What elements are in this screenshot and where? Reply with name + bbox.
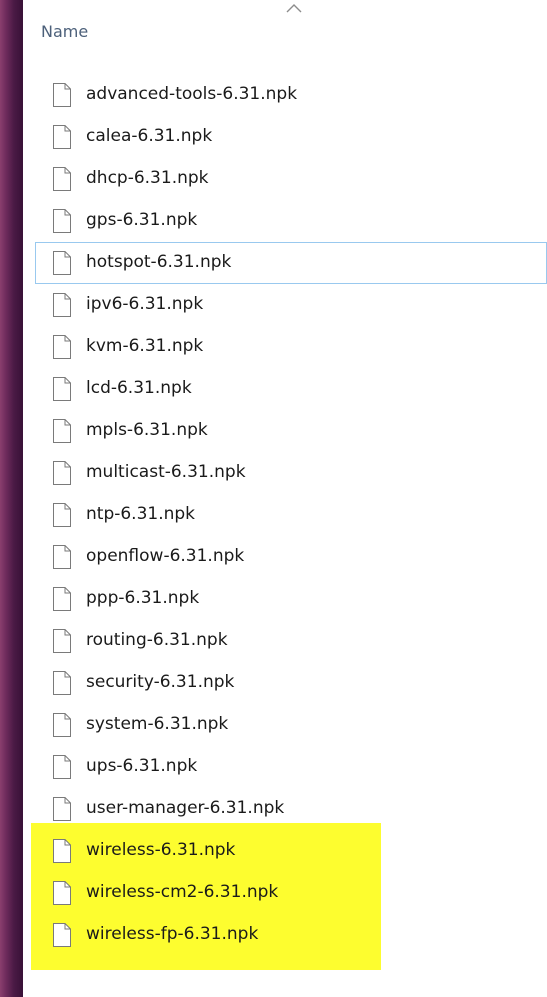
- file-name: calea-6.31.npk: [86, 126, 213, 146]
- file-name: wireless-cm2-6.31.npk: [86, 882, 279, 902]
- file-row[interactable]: ipv6-6.31.npk: [23, 284, 547, 326]
- file-row[interactable]: calea-6.31.npk: [23, 116, 547, 158]
- file-icon: [53, 209, 71, 233]
- file-row[interactable]: gps-6.31.npk: [23, 200, 547, 242]
- file-row[interactable]: wireless-6.31.npk: [23, 830, 547, 872]
- file-name: user-manager-6.31.npk: [86, 798, 285, 818]
- file-name: system-6.31.npk: [86, 714, 229, 734]
- file-name: security-6.31.npk: [86, 672, 235, 692]
- file-icon: [53, 629, 71, 653]
- file-icon: [53, 251, 71, 275]
- file-icon: [53, 881, 71, 905]
- file-name: mpls-6.31.npk: [86, 420, 208, 440]
- file-icon: [53, 419, 71, 443]
- file-name: ppp-6.31.npk: [86, 588, 200, 608]
- file-row[interactable]: wireless-cm2-6.31.npk: [23, 872, 547, 914]
- file-icon: [53, 545, 71, 569]
- file-row[interactable]: lcd-6.31.npk: [23, 368, 547, 410]
- file-icon: [53, 755, 71, 779]
- file-row[interactable]: ppp-6.31.npk: [23, 578, 547, 620]
- file-name: gps-6.31.npk: [86, 210, 198, 230]
- file-icon: [53, 461, 71, 485]
- file-name: multicast-6.31.npk: [86, 462, 246, 482]
- file-icon: [53, 503, 71, 527]
- file-row[interactable]: dhcp-6.31.npk: [23, 158, 547, 200]
- file-row[interactable]: advanced-tools-6.31.npk: [23, 74, 547, 116]
- file-row[interactable]: user-manager-6.31.npk: [23, 788, 547, 830]
- column-header-name[interactable]: Name: [41, 22, 88, 41]
- file-icon: [53, 923, 71, 947]
- file-icon: [53, 797, 71, 821]
- file-icon: [53, 377, 71, 401]
- file-row[interactable]: routing-6.31.npk: [23, 620, 547, 662]
- file-icon: [53, 587, 71, 611]
- file-name: wireless-6.31.npk: [86, 840, 236, 860]
- file-list: advanced-tools-6.31.npk calea-6.31.npk d…: [23, 74, 547, 956]
- file-row[interactable]: hotspot-6.31.npk: [35, 242, 547, 284]
- file-row[interactable]: openflow-6.31.npk: [23, 536, 547, 578]
- file-name: lcd-6.31.npk: [86, 378, 192, 398]
- file-name: ipv6-6.31.npk: [86, 294, 204, 314]
- file-row[interactable]: multicast-6.31.npk: [23, 452, 547, 494]
- file-icon: [53, 335, 71, 359]
- file-icon: [53, 125, 71, 149]
- file-name: ntp-6.31.npk: [86, 504, 196, 524]
- file-name: ups-6.31.npk: [86, 756, 198, 776]
- file-icon: [53, 293, 71, 317]
- file-name: wireless-fp-6.31.npk: [86, 924, 259, 944]
- file-explorer-pane: Name advanced-tools-6.31.npk calea-6.31.…: [23, 0, 547, 997]
- file-row[interactable]: wireless-fp-6.31.npk: [23, 914, 547, 956]
- file-name: advanced-tools-6.31.npk: [86, 84, 298, 104]
- file-row[interactable]: system-6.31.npk: [23, 704, 547, 746]
- file-icon: [53, 83, 71, 107]
- file-row[interactable]: ups-6.31.npk: [23, 746, 547, 788]
- file-name: hotspot-6.31.npk: [86, 252, 232, 272]
- file-icon: [53, 167, 71, 191]
- file-icon: [53, 713, 71, 737]
- file-row[interactable]: kvm-6.31.npk: [23, 326, 547, 368]
- chevron-up-icon[interactable]: [285, 3, 303, 13]
- file-row[interactable]: mpls-6.31.npk: [23, 410, 547, 452]
- file-row[interactable]: ntp-6.31.npk: [23, 494, 547, 536]
- file-name: openflow-6.31.npk: [86, 546, 245, 566]
- file-name: dhcp-6.31.npk: [86, 168, 209, 188]
- file-icon: [53, 671, 71, 695]
- file-row[interactable]: security-6.31.npk: [23, 662, 547, 704]
- file-icon: [53, 839, 71, 863]
- file-name: kvm-6.31.npk: [86, 336, 204, 356]
- file-name: routing-6.31.npk: [86, 630, 228, 650]
